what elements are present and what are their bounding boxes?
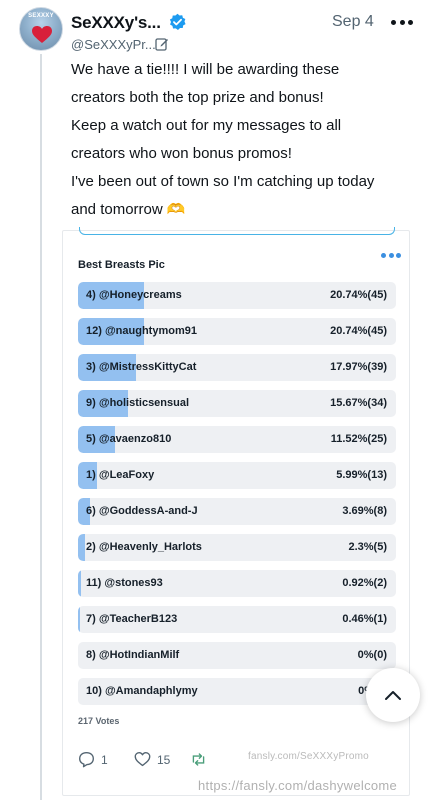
poll-option-label: 6) @GoddessA-and-J xyxy=(86,505,198,517)
poll-option[interactable]: 2) @Heavenly_Harlots 2.3%(5) xyxy=(78,534,396,561)
poll-option-result: 5.99%(13) xyxy=(336,469,387,481)
poll-option[interactable]: 3) @MistressKittyCat 17.97%(39) xyxy=(78,354,396,381)
edit-icon[interactable] xyxy=(155,37,169,51)
poll-option[interactable]: 12) @naughtymom91 20.74%(45) xyxy=(78,318,396,345)
post-text-line: creators both the top prize and bonus! xyxy=(71,89,324,106)
reply-button[interactable]: 1 xyxy=(78,751,108,768)
poll-option-bar xyxy=(78,606,80,633)
poll-option[interactable]: 1) @LeaFoxy 5.99%(13) xyxy=(78,462,396,489)
card-top-bar xyxy=(79,227,395,235)
heart-icon xyxy=(32,26,52,43)
poll-option-label: 9) @holisticsensual xyxy=(86,397,190,409)
tweet-header: SeXXXy's... Sep 4 @SeXXXyPr... xyxy=(71,10,438,54)
reply-icon xyxy=(79,752,94,768)
reply-count: 1 xyxy=(101,752,108,767)
poll-title: Best Breasts Pic xyxy=(78,259,165,271)
poll-option[interactable]: 4) @Honeycreams 20.74%(45) xyxy=(78,282,396,309)
poll-option-result: 20.74%(45) xyxy=(330,325,387,337)
poll-card: Best Breasts Pic 4) @Honeycreams 20.74%(4… xyxy=(62,227,410,796)
heart-outline-icon xyxy=(134,752,151,767)
poll-option-result: 2.3%(5) xyxy=(348,541,387,553)
avatar-logo-text: SEXXXY xyxy=(28,13,54,19)
post-text: We have a tie!!!! I will be awarding the… xyxy=(71,56,421,224)
poll-option-result: 11.52%(25) xyxy=(330,433,387,445)
watermark-small: fansly.com/SeXXXyPromo xyxy=(248,751,369,762)
poll-option-label: 4) @Honeycreams xyxy=(86,289,182,301)
post-date[interactable]: Sep 4 xyxy=(332,13,374,31)
poll-option-label: 8) @HotIndianMilf xyxy=(86,649,180,661)
poll-option-result: 0.92%(2) xyxy=(342,577,387,589)
like-button[interactable]: 15 xyxy=(134,751,170,768)
poll-option-result: 3.69%(8) xyxy=(342,505,387,517)
poll-option[interactable]: 11) @stones93 0.92%(2) xyxy=(78,570,396,597)
post-text-line: I've been out of town so I'm catching up… xyxy=(71,173,375,190)
display-name[interactable]: SeXXXy's... xyxy=(71,13,161,33)
like-count: 15 xyxy=(157,752,171,767)
post-text-line: and tomorrow 🫶 xyxy=(71,201,186,218)
poll-option-label: 3) @MistressKittyCat xyxy=(86,361,197,373)
poll-option[interactable]: 8) @HotIndianMilf 0%(0) xyxy=(78,642,396,669)
poll-option-label: 1) @LeaFoxy xyxy=(86,469,155,481)
poll-more-icon[interactable] xyxy=(381,253,401,259)
poll-option-label: 5) @avaenzo810 xyxy=(86,433,172,445)
poll-option-bar xyxy=(78,534,86,561)
poll-option-result: 0%(0) xyxy=(357,649,387,661)
verified-badge-icon xyxy=(169,13,186,30)
poll-option[interactable]: 9) @holisticsensual 15.67%(34) xyxy=(78,390,396,417)
scroll-to-top-button[interactable] xyxy=(366,668,420,722)
poll-option-result: 0.46%(1) xyxy=(342,613,387,625)
post-text-line: We have a tie!!!! I will be awarding the… xyxy=(71,61,340,78)
poll-option-label: 12) @naughtymom91 xyxy=(86,325,197,337)
post-text-line: Keep a watch out for my messages to all xyxy=(71,117,342,134)
watermark: https://fansly.com/dashywelcome xyxy=(198,778,398,793)
poll-option-label: 2) @Heavenly_Harlots xyxy=(86,541,202,553)
repost-icon xyxy=(192,753,205,766)
poll-option-result: 17.97%(39) xyxy=(330,361,387,373)
post-text-line: creators who won bonus promos! xyxy=(71,145,292,162)
repost-button[interactable] xyxy=(190,751,213,768)
poll-option-label: 11) @stones93 xyxy=(86,577,163,589)
poll-option-label: 10) @Amandaphlymy xyxy=(86,685,198,697)
chevron-up-icon xyxy=(385,691,401,700)
thread-line xyxy=(40,54,42,800)
vote-count: 217 Votes xyxy=(78,716,120,726)
poll-option-label: 7) @TeacherB123 xyxy=(86,613,178,625)
poll-option-result: 15.67%(34) xyxy=(330,397,387,409)
poll-option-bar xyxy=(78,570,81,597)
poll-option-result: 20.74%(45) xyxy=(330,289,387,301)
poll-option[interactable]: 10) @Amandaphlymy0% xyxy=(78,678,396,705)
poll-option[interactable]: 5) @avaenzo810 11.52%(25) xyxy=(78,426,396,453)
more-icon[interactable] xyxy=(391,13,413,31)
avatar[interactable]: SEXXXY xyxy=(19,7,63,51)
poll-option[interactable]: 7) @TeacherB123 0.46%(1) xyxy=(78,606,396,633)
handle[interactable]: @SeXXXyPr... xyxy=(71,37,156,52)
poll-option[interactable]: 6) @GoddessA-and-J 3.69%(8) xyxy=(78,498,396,525)
